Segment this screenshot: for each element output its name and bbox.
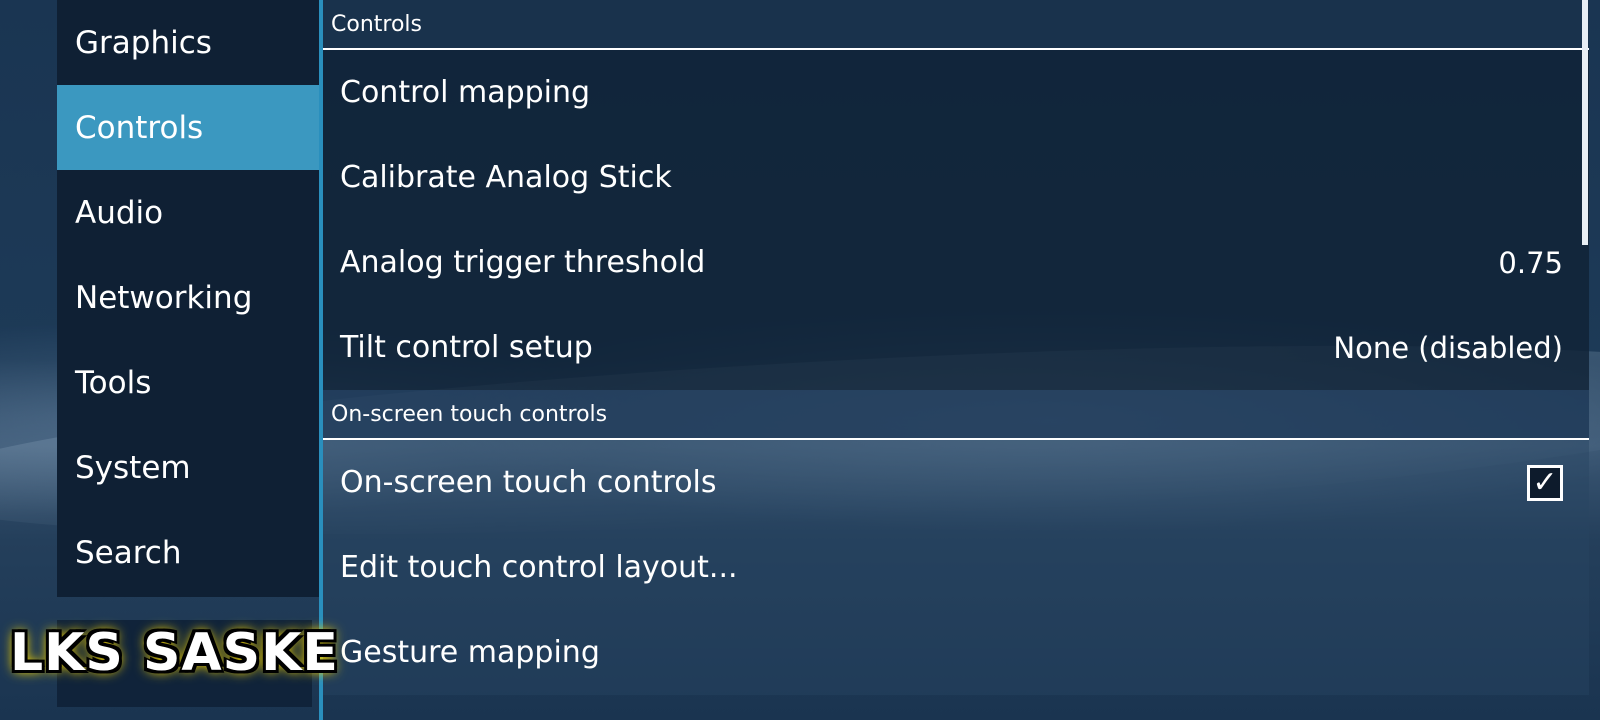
- sidebar-item-label: Graphics: [75, 24, 212, 61]
- setting-row-control-mapping[interactable]: Control mapping: [323, 50, 1589, 135]
- watermark-text: LKS SASKE: [10, 623, 339, 683]
- checkmark-icon: ✓: [1532, 464, 1558, 500]
- sidebar-item-label: System: [75, 449, 191, 486]
- sidebar-item-label: Tools: [75, 364, 152, 401]
- touch-controls-checkbox[interactable]: ✓: [1527, 464, 1563, 501]
- sidebar-item-audio[interactable]: Audio: [57, 170, 319, 255]
- setting-label: Gesture mapping: [340, 635, 600, 670]
- setting-row-edit-touch-control-layout[interactable]: Edit touch control layout...: [323, 525, 1589, 610]
- section-header-controls: Controls: [323, 0, 1589, 50]
- setting-label: Tilt control setup: [340, 330, 593, 365]
- setting-label: Edit touch control layout...: [340, 550, 738, 585]
- setting-label: Control mapping: [340, 75, 591, 110]
- setting-row-gesture-mapping[interactable]: Gesture mapping: [323, 610, 1589, 695]
- sidebar-item-networking[interactable]: Networking: [57, 255, 319, 340]
- setting-label: Calibrate Analog Stick: [340, 160, 672, 195]
- setting-row-calibrate-analog-stick[interactable]: Calibrate Analog Stick: [323, 135, 1589, 220]
- setting-row-on-screen-touch-controls[interactable]: On-screen touch controls ✓: [323, 440, 1589, 525]
- sidebar-item-label: Audio: [75, 194, 164, 231]
- sidebar-item-label: Networking: [75, 279, 253, 316]
- section-header-on-screen-touch-controls: On-screen touch controls: [323, 390, 1589, 440]
- sidebar-item-graphics[interactable]: Graphics: [57, 0, 319, 85]
- setting-value: 0.75: [1498, 245, 1563, 280]
- setting-row-tilt-control-setup[interactable]: Tilt control setup None (disabled): [323, 305, 1589, 390]
- sidebar-item-label: Search: [75, 534, 182, 571]
- sidebar-item-search[interactable]: Search: [57, 510, 319, 595]
- section-header-label: On-screen touch controls: [331, 401, 608, 427]
- sidebar-item-controls[interactable]: Controls: [57, 85, 319, 170]
- sidebar-item-system[interactable]: System: [57, 425, 319, 510]
- scrollbar[interactable]: [1582, 0, 1588, 245]
- setting-label: On-screen touch controls: [340, 465, 717, 500]
- section-header-label: Controls: [331, 11, 422, 37]
- setting-value: None (disabled): [1333, 330, 1563, 365]
- settings-panel: Controls Control mapping Calibrate Analo…: [323, 0, 1589, 720]
- sidebar-item-label: Controls: [75, 109, 204, 146]
- sidebar-item-tools[interactable]: Tools: [57, 340, 319, 425]
- setting-label: Analog trigger threshold: [340, 245, 706, 280]
- settings-sidebar: Graphics Controls Audio Networking Tools…: [57, 0, 319, 597]
- setting-row-analog-trigger-threshold[interactable]: Analog trigger threshold 0.75: [323, 220, 1589, 305]
